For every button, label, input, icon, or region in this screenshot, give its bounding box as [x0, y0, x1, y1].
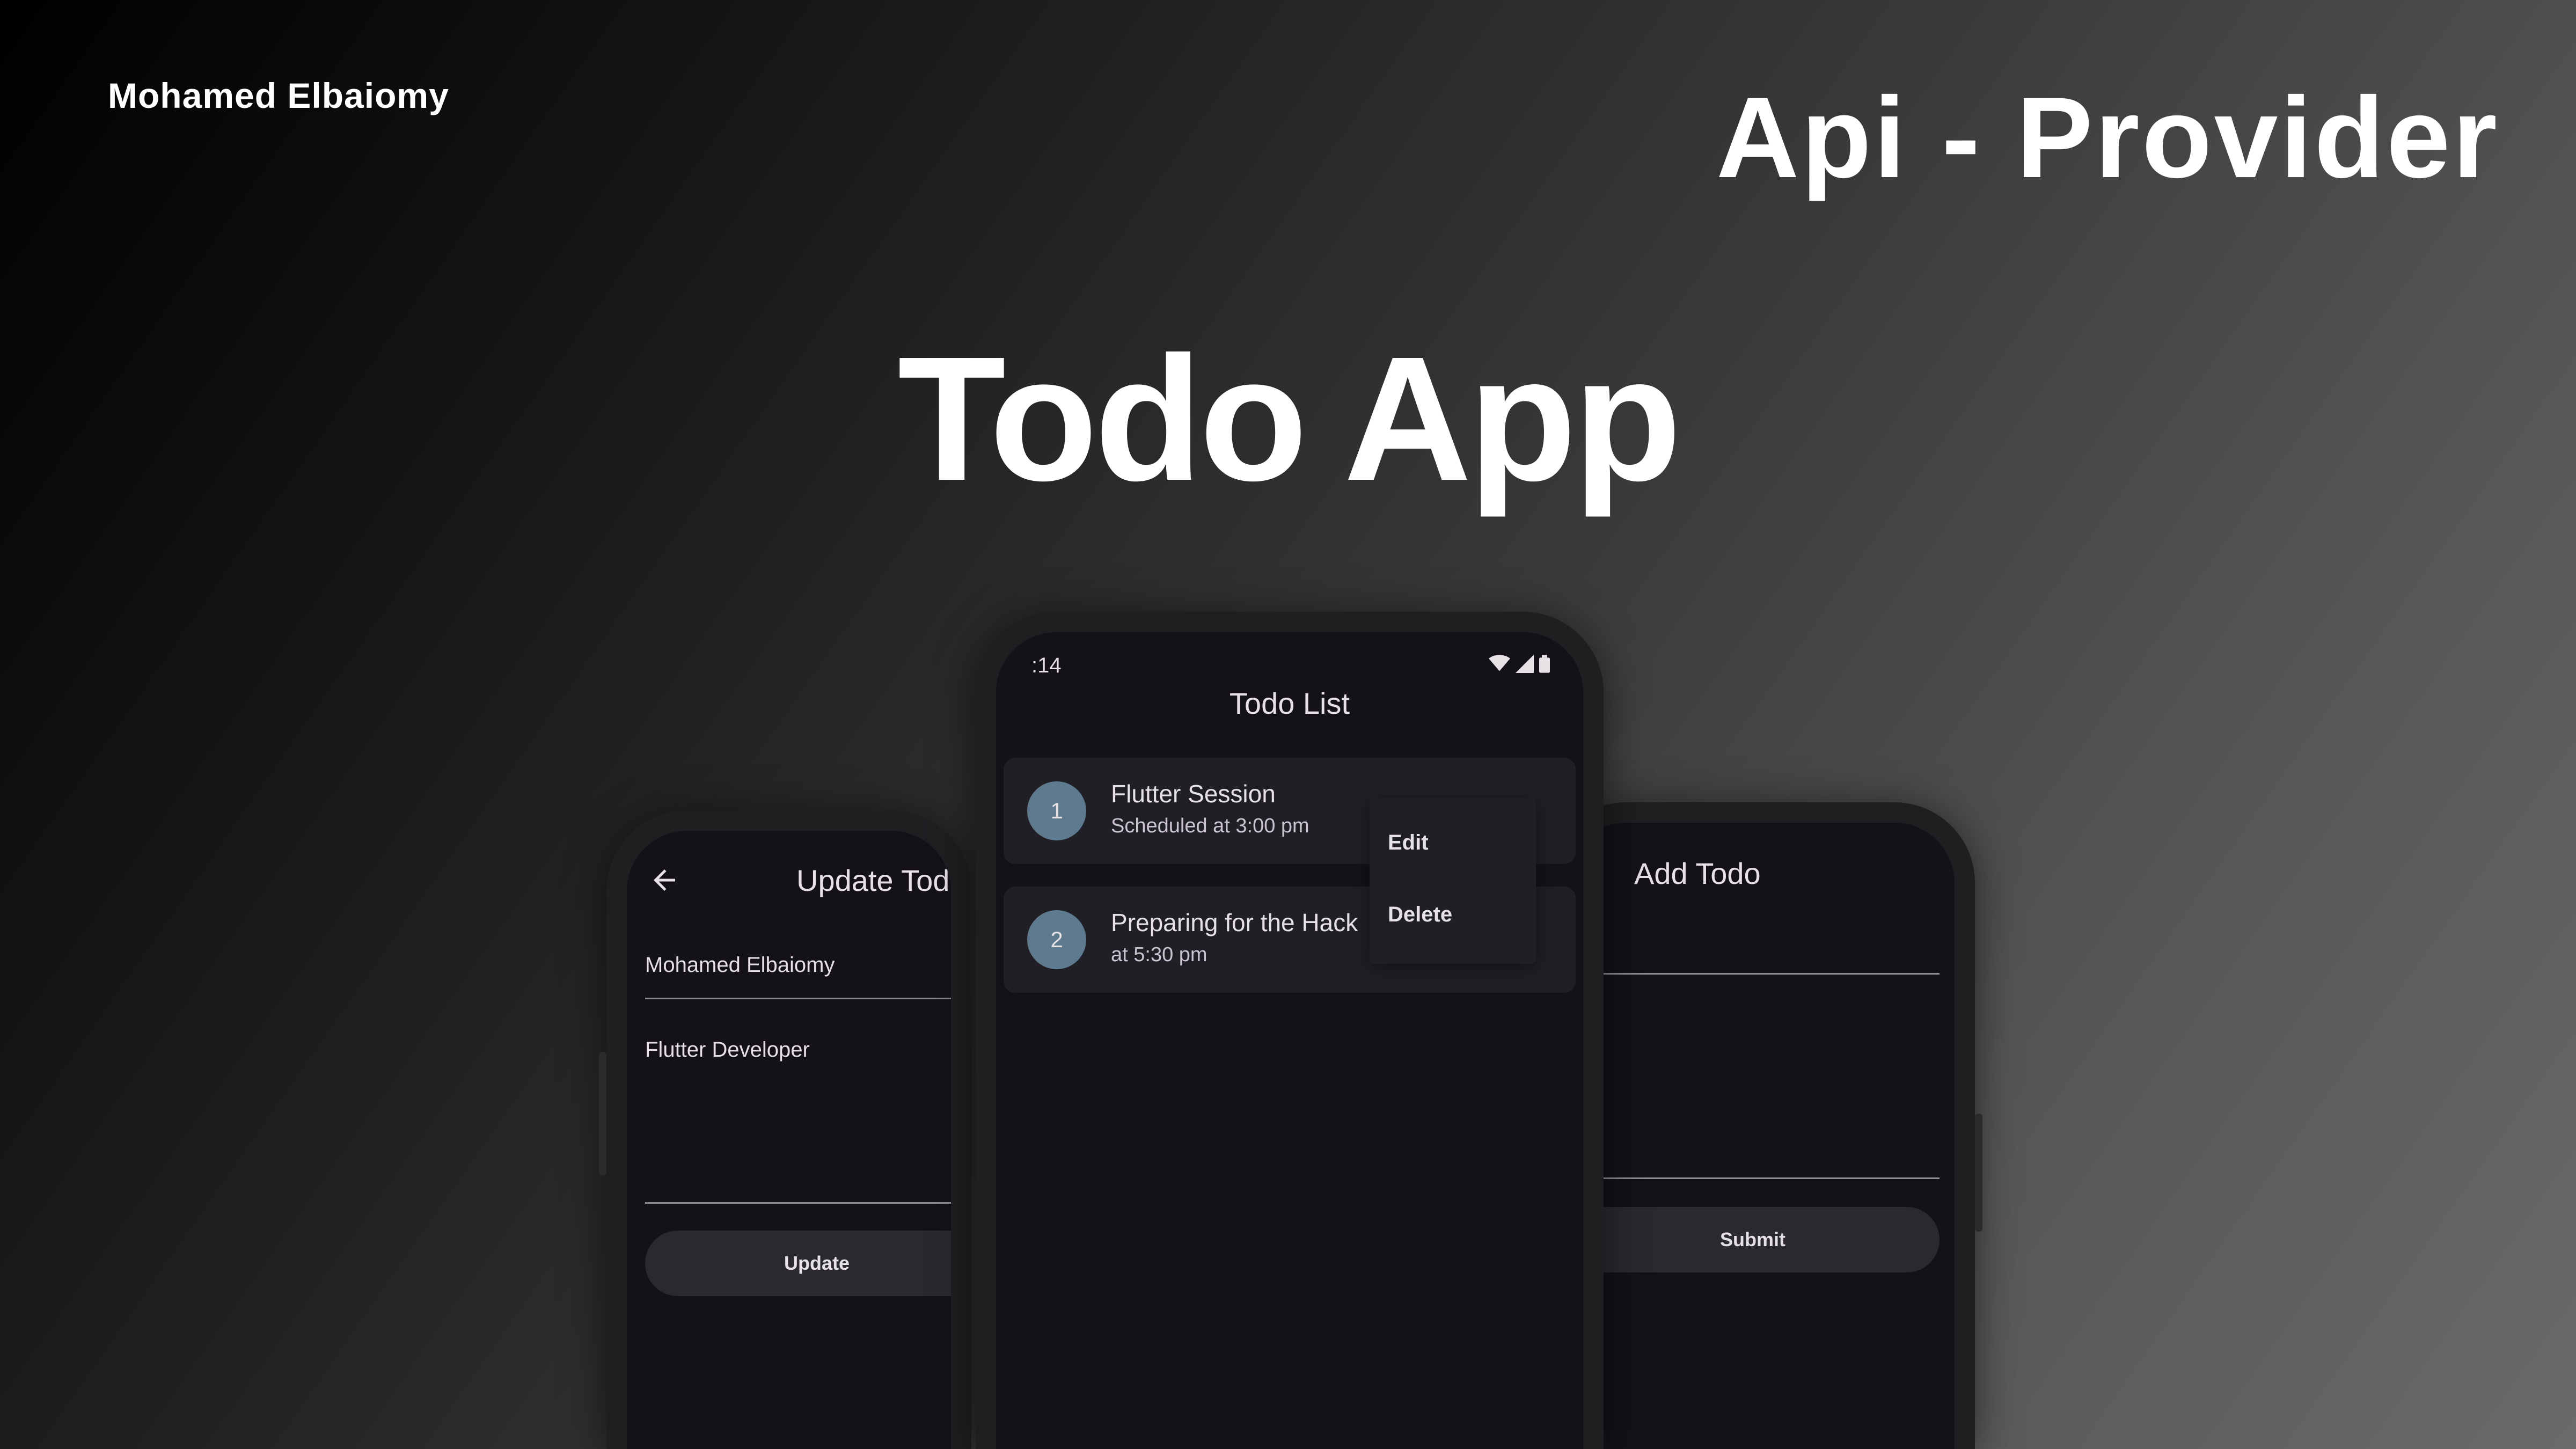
author-name: Mohamed Elbaiomy [108, 76, 449, 115]
battery-icon [1539, 655, 1550, 676]
wifi-icon [1489, 655, 1510, 676]
name-field[interactable]: Mohamed Elbaiomy [645, 953, 835, 977]
update-todo-screen: Update Todo Mohamed Elbaiomy Flutter Dev… [627, 831, 951, 1449]
appbar-title: Todo List [1229, 686, 1350, 720]
menu-edit[interactable]: Edit [1388, 831, 1429, 855]
signal-icon [1516, 655, 1534, 676]
page-title: Todo App [897, 319, 1682, 517]
todo-list-screen: :14 Todo List 1 Flutter Session Schedule… [996, 632, 1583, 1449]
phone-side-button [1975, 1114, 1982, 1232]
item-options-menu: Edit Delete [1370, 797, 1536, 964]
item-number-avatar: 2 [1027, 910, 1086, 969]
description-field-underline [1566, 1177, 1940, 1179]
item-title: Preparing for the Hack [1111, 909, 1358, 936]
phone-add-todo: Add Todo Submit [1546, 802, 1982, 1449]
phone-todo-list: :14 Todo List 1 Flutter Session Schedule… [976, 612, 1604, 1449]
name-field-underline [645, 998, 951, 999]
description-field-underline [645, 1202, 951, 1204]
item-subtitle: Scheduled at 3:00 pm [1111, 815, 1309, 837]
item-subtitle: at 5:30 pm [1111, 943, 1208, 966]
item-number-avatar: 1 [1027, 781, 1086, 840]
description-field[interactable]: Flutter Developer [645, 1038, 810, 1062]
item-title: Flutter Session [1111, 780, 1276, 808]
phone-update-todo: Update Todo Mohamed Elbaiomy Flutter Dev… [599, 810, 971, 1449]
update-button-label: Update [784, 1252, 850, 1274]
subtitle: Api - Provider [1716, 74, 2499, 202]
submit-button-label: Submit [1720, 1228, 1785, 1250]
name-field-underline [1566, 973, 1940, 975]
update-button[interactable]: Update [645, 1231, 951, 1296]
add-todo-screen: Add Todo Submit [1566, 823, 1955, 1449]
appbar-title: Add Todo [1634, 857, 1761, 890]
status-icons [1489, 655, 1550, 676]
phone-side-button [599, 1052, 606, 1175]
menu-delete[interactable]: Delete [1388, 903, 1452, 927]
status-time: :14 [1031, 654, 1062, 677]
back-arrow-icon[interactable] [648, 864, 680, 896]
submit-button[interactable]: Submit [1566, 1207, 1940, 1272]
appbar-title: Update Todo [796, 863, 951, 897]
